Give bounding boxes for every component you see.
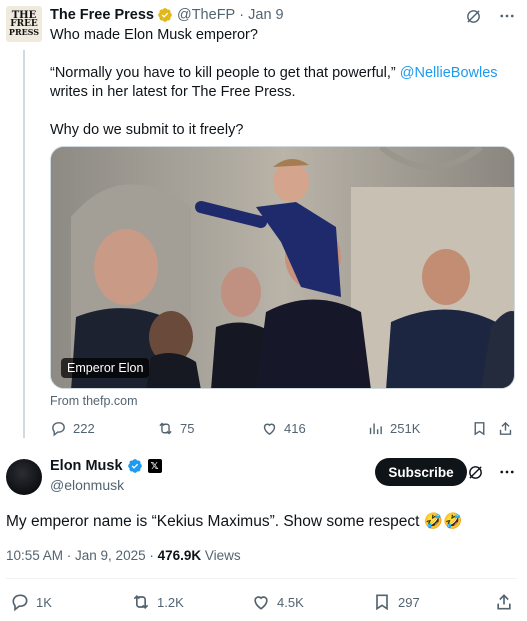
main-tweet-top-actions xyxy=(465,462,517,482)
share-button[interactable] xyxy=(497,420,514,437)
repost-icon xyxy=(133,594,149,610)
mention-link[interactable]: @NellieBowles xyxy=(400,65,498,81)
tweet-text-line: Who made Elon Musk emperor? xyxy=(50,27,258,43)
bookmark-icon xyxy=(376,594,388,611)
repost-count: 1.2K xyxy=(157,594,184,610)
repost-count: 75 xyxy=(180,421,195,436)
grok-icon[interactable] xyxy=(465,462,485,482)
author-name[interactable]: The Free Press xyxy=(50,7,154,23)
main-tweet-author: Elon Musk 𝕏 xyxy=(50,458,162,474)
author-handle[interactable]: @elonmusk xyxy=(50,477,124,493)
tweet-quote: “Normally you have to kill people to get… xyxy=(50,65,396,81)
tweet-date[interactable]: Jan 9 xyxy=(248,7,283,23)
share-icon xyxy=(497,594,511,610)
more-icon[interactable] xyxy=(497,6,517,26)
like-count: 416 xyxy=(284,421,306,436)
subscribe-button[interactable]: Subscribe xyxy=(375,458,467,486)
tweet-meta: 10:55 AM · Jan 9, 2025 · 476.9K Views xyxy=(6,548,241,563)
main-tweet-text: My emperor name is “Kekius Maximus”. Sho… xyxy=(6,513,463,530)
reply-button[interactable]: 222 xyxy=(50,420,95,437)
news-photo xyxy=(51,147,514,388)
tweet-quote-tail: writes in her latest for The Free Press. xyxy=(50,84,296,100)
parent-tweet-header: The Free Press @TheFP · Jan 9 xyxy=(50,7,284,23)
like-icon xyxy=(263,423,276,436)
tweet-timestamp[interactable]: 10:55 AM · Jan 9, 2025 · xyxy=(6,548,158,563)
thread-connector-line xyxy=(23,50,25,438)
repost-icon xyxy=(159,422,172,435)
tweet-text-paragraph: “Normally you have to kill people to get… xyxy=(50,64,510,102)
reply-count: 1K xyxy=(36,594,52,610)
reply-icon xyxy=(52,422,65,437)
like-button[interactable]: 416 xyxy=(261,420,306,437)
like-icon xyxy=(254,596,268,610)
views-count: 476.9K xyxy=(157,548,202,563)
views-icon xyxy=(369,423,382,435)
x-affiliate-icon[interactable]: 𝕏 xyxy=(147,459,162,473)
divider xyxy=(6,578,517,579)
tweet-text-line: Why do we submit to it freely? xyxy=(50,122,244,138)
avatar-text-line: PRESS xyxy=(8,27,40,37)
share-icon xyxy=(499,421,512,435)
more-icon[interactable] xyxy=(497,462,517,482)
grok-icon[interactable] xyxy=(463,6,483,26)
media-caption: Emperor Elon xyxy=(61,358,150,378)
reply-button[interactable]: 1K xyxy=(10,592,52,612)
bookmark-icon xyxy=(474,422,485,436)
share-button[interactable] xyxy=(494,592,514,612)
verified-gold-icon xyxy=(157,7,173,23)
parent-tweet-top-actions xyxy=(463,6,517,26)
bookmark-button[interactable] xyxy=(471,420,488,437)
like-count: 4.5K xyxy=(277,594,304,610)
bookmark-button[interactable]: 297 xyxy=(372,592,420,612)
views-count: 251K xyxy=(390,421,421,436)
avatar-thefp[interactable]: THE FREE PRESS xyxy=(6,6,42,42)
author-handle[interactable]: @TheFP xyxy=(177,7,235,23)
avatar-elonmusk[interactable] xyxy=(6,459,42,495)
repost-button[interactable]: 1.2K xyxy=(131,592,184,612)
reply-icon xyxy=(12,594,28,612)
author-name[interactable]: Elon Musk xyxy=(50,458,123,474)
reply-count: 222 xyxy=(73,421,95,436)
repost-button[interactable]: 75 xyxy=(157,420,194,437)
link-card-image[interactable]: Emperor Elon xyxy=(50,146,515,389)
parent-tweet-text: Who made Elon Musk emperor? “Normally yo… xyxy=(50,26,510,159)
meta-dot: · xyxy=(239,7,245,23)
views-button[interactable]: 251K xyxy=(367,420,420,437)
verified-blue-icon xyxy=(127,458,143,474)
views-label: Views xyxy=(201,548,241,563)
like-button[interactable]: 4.5K xyxy=(251,592,304,612)
bookmark-count: 297 xyxy=(398,594,420,610)
link-source[interactable]: From thefp.com xyxy=(50,394,138,408)
